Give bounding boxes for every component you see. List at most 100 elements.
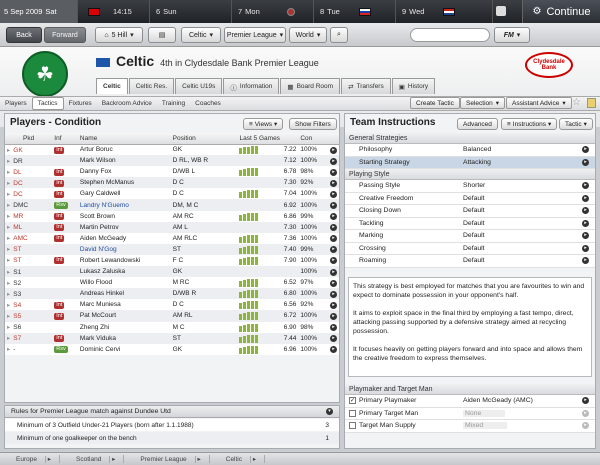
row-menu-icon[interactable]: ▸ xyxy=(329,202,337,210)
name-cell[interactable]: Stephen McManus xyxy=(77,177,171,189)
pkd-cell[interactable]: ▸ AMC xyxy=(5,232,53,244)
checkbox-checked[interactable]: ✓ xyxy=(349,397,356,405)
instruction-row[interactable]: Passing Style Shorter ▸ xyxy=(345,180,595,193)
row-menu-icon[interactable]: ▸ xyxy=(329,279,337,287)
row-menu-icon[interactable]: ▸ xyxy=(582,232,589,240)
action-cell[interactable]: ▸ xyxy=(327,243,339,255)
pkd-cell[interactable]: ▸ MR xyxy=(5,210,53,222)
forward-button[interactable]: Forward xyxy=(44,27,86,43)
tab-celtic[interactable]: Celtic xyxy=(96,78,128,94)
pkd-cell[interactable]: ▸ S6 xyxy=(5,321,53,333)
fm-menu[interactable]: FM ▾ xyxy=(494,27,530,43)
name-cell[interactable]: Dominic Cervi xyxy=(77,343,171,355)
pkd-cell[interactable]: ▸ DR xyxy=(5,155,53,167)
name-cell[interactable]: Mark Wilson xyxy=(77,155,171,167)
action-cell[interactable]: ▸ xyxy=(327,177,339,189)
row-menu-icon[interactable]: ▸ xyxy=(329,235,337,243)
table-row[interactable]: ▸ DR Mark Wilson D RL, WB R 7.12 100% ▸ xyxy=(5,155,339,167)
col-inf[interactable]: Inf xyxy=(52,133,78,145)
tab-celtic-res[interactable]: Celtic Res. xyxy=(128,78,175,94)
row-menu-icon[interactable]: ▸ xyxy=(582,409,589,417)
action-cell[interactable]: ▸ xyxy=(327,332,339,344)
subtab-fixtures[interactable]: Fixtures xyxy=(64,97,97,110)
table-row[interactable]: ▸ MR Int Scott Brown AM RC 6.86 99% ▸ xyxy=(5,210,339,222)
row-menu-icon[interactable]: ▸ xyxy=(582,219,589,227)
col-last5[interactable]: Last 5 Games xyxy=(237,133,299,145)
table-row[interactable]: ▸ - Rsv Dominic Cervi GK 6.96 100% ▸ xyxy=(5,343,339,355)
playmaker-row[interactable]: ✓ Primary Playmaker Aiden McGeady (AMC) ▸ xyxy=(345,395,595,408)
row-menu-icon[interactable]: ▸ xyxy=(329,190,337,198)
instruction-row[interactable]: Philosophy Balanced ▸ xyxy=(345,144,595,157)
playmaker-row[interactable]: Primary Target Man None ▸ xyxy=(345,408,595,420)
col-con[interactable]: Con xyxy=(298,133,328,145)
rules-header[interactable]: Rules for Premier League match against D… xyxy=(5,406,339,418)
table-row[interactable]: ▸ ST David N'Gog ST 7.40 99% ▸ xyxy=(5,243,339,255)
action-cell[interactable]: ▸ xyxy=(327,166,339,178)
name-cell[interactable]: Landry N'Guemo xyxy=(77,199,171,211)
col-pkd[interactable]: Pkd xyxy=(5,133,53,145)
table-row[interactable]: ▸ DMC Rsv Landry N'Guemo DM, M C 6.92 100% ▸ xyxy=(5,199,339,211)
search-button[interactable]: ⌕ xyxy=(330,27,348,43)
pkd-cell[interactable]: ▸ DL xyxy=(5,166,53,178)
action-cell[interactable]: ▸ xyxy=(327,210,339,222)
row-menu-icon[interactable]: ▸ xyxy=(582,158,589,166)
pkd-cell[interactable]: ▸ - xyxy=(5,343,53,355)
action-cell[interactable]: ▸ xyxy=(327,343,339,355)
row-menu-icon[interactable]: ▸ xyxy=(329,346,337,354)
inbox-button[interactable]: ▤ xyxy=(148,27,176,43)
row-menu-icon[interactable]: ▸ xyxy=(582,194,589,202)
day-6[interactable]: 6 Sun xyxy=(152,0,232,23)
pkd-cell[interactable]: ▸ S5 xyxy=(5,310,53,322)
day-9[interactable]: 9 Wed xyxy=(398,0,493,23)
row-menu-icon[interactable]: ▸ xyxy=(582,244,589,252)
name-cell[interactable]: Lukasz Zaluska xyxy=(77,266,171,278)
pkd-cell[interactable]: ▸ S2 xyxy=(5,277,53,289)
col-position[interactable]: Position xyxy=(170,133,238,145)
pkd-cell[interactable]: ▸ S4 xyxy=(5,299,53,311)
table-row[interactable]: ▸ AMC Int Aiden McGeady AM RLC 7.36 100% ▸ xyxy=(5,232,339,244)
instruction-row[interactable]: Starting Strategy Attacking ▸ xyxy=(345,156,595,169)
home-button[interactable]: ⌂ 5 Hill ▾ xyxy=(95,27,143,43)
subtab-coaches[interactable]: Coaches xyxy=(190,97,226,110)
tab-board-room[interactable]: ▦ Board Room xyxy=(280,78,341,94)
instruction-row[interactable]: Creative Freedom Default ▸ xyxy=(345,193,595,205)
name-cell[interactable]: Danny Fox xyxy=(77,166,171,178)
name-cell[interactable]: Pat McCourt xyxy=(77,310,171,322)
pkd-cell[interactable]: ▸ GK xyxy=(5,144,53,156)
action-cell[interactable]: ▸ xyxy=(327,144,339,156)
name-cell[interactable]: David N'Gog xyxy=(77,243,171,255)
tactic-button[interactable]: Tactic ▾ xyxy=(559,118,593,130)
row-menu-icon[interactable]: ▸ xyxy=(329,168,337,176)
row-menu-icon[interactable]: ▸ xyxy=(582,257,589,265)
row-menu-icon[interactable]: ▸ xyxy=(329,312,337,320)
row-menu-icon[interactable]: ▸ xyxy=(329,146,337,154)
row-menu-icon[interactable]: ▸ xyxy=(329,290,337,298)
row-menu-icon[interactable]: ▸ xyxy=(582,207,589,215)
calendar-icon[interactable] xyxy=(496,6,506,16)
pkd-cell[interactable]: ▸ S3 xyxy=(5,288,53,300)
name-cell[interactable]: Aiden McGeady xyxy=(77,232,171,244)
col-name[interactable]: Name xyxy=(77,133,171,145)
action-cell[interactable]: ▸ xyxy=(327,232,339,244)
row-menu-icon[interactable]: ▸ xyxy=(329,224,337,232)
name-cell[interactable]: Mark Viduka xyxy=(77,332,171,344)
name-cell[interactable]: Robert Lewandowski xyxy=(77,254,171,267)
action-cell[interactable]: ▸ xyxy=(327,254,339,267)
pkd-cell[interactable]: ▸ S1 xyxy=(5,266,53,278)
table-row[interactable]: ▸ GK Int Artur Boruc GK 7.22 100% ▸ xyxy=(5,144,339,156)
playmaker-value[interactable]: None xyxy=(463,409,506,417)
breadcrumb-league[interactable]: Premier League ▸ xyxy=(124,455,210,463)
subtab-players[interactable]: Players xyxy=(0,97,32,110)
checkbox[interactable] xyxy=(349,409,356,417)
row-menu-icon[interactable]: ▸ xyxy=(329,179,337,187)
action-cell[interactable]: ▸ xyxy=(327,310,339,322)
table-row[interactable]: ▸ S6 Zheng Zhi M C 6.90 98% ▸ xyxy=(5,321,339,333)
instruction-row[interactable]: Roaming Default ▸ xyxy=(345,255,595,268)
create-tactic-button[interactable]: Create Tactic xyxy=(410,97,460,109)
views-button[interactable]: ≡ Views ▾ xyxy=(243,118,284,130)
club-menu[interactable]: Celtic ▾ xyxy=(181,27,221,43)
breadcrumb-scotland[interactable]: Scotland ▸ xyxy=(60,455,125,463)
tab-celtic-u19s[interactable]: Celtic U19s xyxy=(175,78,223,94)
assistant-advice-button[interactable]: Assistant Advice ▾ xyxy=(506,97,572,109)
subtab-training[interactable]: Training xyxy=(157,97,190,110)
